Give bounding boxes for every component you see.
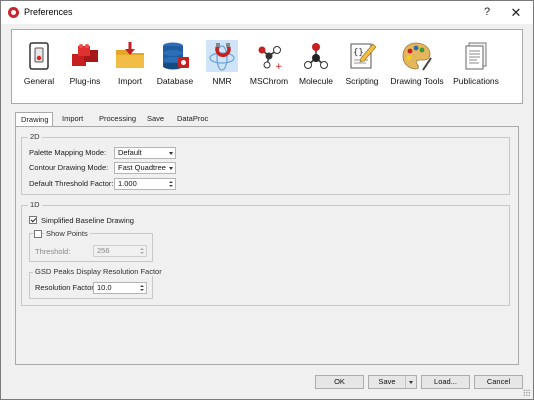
threshold-value: 256 (97, 246, 110, 255)
resolution-factor-label: Resolution Factor: (35, 283, 96, 292)
tab-import[interactable]: Import (57, 112, 88, 126)
tab-save[interactable]: Save (142, 112, 169, 126)
palette-icon (402, 42, 432, 71)
publications-icon (465, 42, 487, 70)
load-button[interactable]: Load... (421, 375, 470, 389)
chevron-down-icon[interactable] (405, 376, 416, 388)
category-label: Plug-ins (69, 76, 101, 86)
spin-up-icon (140, 248, 144, 250)
threshold-factor-spinbox[interactable]: 1.000 (114, 178, 176, 190)
simplified-baseline-checkbox[interactable] (29, 216, 37, 224)
threshold-label: Threshold: (35, 247, 71, 256)
app-icon (8, 7, 19, 18)
contour-drawing-select[interactable]: Fast Quadtree (114, 162, 176, 174)
close-button[interactable]: ✕ (506, 4, 526, 21)
resolution-factor-value: 10.0 (97, 283, 112, 292)
show-points-group: Show Points Threshold: 256 (29, 229, 153, 262)
tab-processing[interactable]: Processing (94, 112, 141, 126)
tab-drawing[interactable]: Drawing (15, 112, 53, 127)
resolution-factor-spinbox[interactable]: 10.0 (93, 282, 147, 294)
contour-drawing-value: Fast Quadtree (118, 163, 166, 172)
spin-up-icon[interactable] (140, 285, 144, 287)
database-icon (163, 42, 189, 70)
mschrom-icon: + (258, 46, 283, 72)
ok-label: OK (334, 377, 345, 386)
group-2d-title: 2D (28, 132, 42, 141)
spin-down-icon[interactable] (140, 289, 144, 291)
category-label: MSChrom (249, 76, 289, 86)
group-2d: 2D Palette Mapping Mode: Default Contour… (21, 132, 510, 195)
simplified-baseline-label: Simplified Baseline Drawing (41, 216, 134, 225)
category-drawing-tools[interactable]: Drawing Tools (388, 30, 446, 103)
category-general[interactable]: General (16, 30, 62, 103)
save-button[interactable]: Save (368, 375, 417, 389)
palette-mapping-value: Default (118, 148, 142, 157)
category-bar: General Plug-ins Import Database NMR + M… (11, 29, 523, 104)
category-publications[interactable]: Publications (450, 30, 502, 103)
category-label: Publications (453, 76, 499, 86)
category-label: Database (156, 76, 194, 86)
threshold-factor-label: Default Threshold Factor: (29, 179, 114, 188)
category-plugins[interactable]: Plug-ins (64, 30, 106, 103)
category-label: NMR (212, 76, 232, 86)
show-points-checkbox[interactable] (34, 230, 42, 238)
threshold-spinbox: 256 (93, 245, 147, 257)
category-label: General (23, 76, 55, 86)
group-1d-title: 1D (28, 200, 42, 209)
tab-dataproc[interactable]: DataProc (172, 112, 213, 126)
ok-button[interactable]: OK (315, 375, 364, 389)
chevron-down-icon (169, 152, 173, 155)
palette-mapping-label: Palette Mapping Mode: (29, 148, 107, 157)
spin-down-icon (140, 252, 144, 254)
threshold-factor-value: 1.000 (118, 179, 137, 188)
category-import[interactable]: Import (110, 30, 150, 103)
palette-mapping-select[interactable]: Default (114, 147, 176, 159)
drawing-tab-panel: 2D Palette Mapping Mode: Default Contour… (15, 126, 519, 365)
category-scripting[interactable]: {} Scripting (342, 30, 382, 103)
category-label: Import (117, 76, 143, 86)
help-button[interactable]: ? (477, 4, 497, 21)
switch-icon (29, 42, 49, 70)
category-nmr[interactable]: NMR (202, 30, 242, 103)
nmr-magnet-icon (209, 43, 235, 71)
resize-grip-icon[interactable] (523, 389, 530, 396)
save-label: Save (378, 377, 396, 386)
category-label: Molecule (298, 76, 334, 86)
spin-down-icon[interactable] (169, 185, 173, 187)
preferences-dialog: Preferences ? ✕ General Plug-ins Import … (0, 0, 534, 400)
group-1d: 1D Simplified Baseline Drawing Show Poin… (21, 200, 510, 306)
window-title: Preferences (24, 7, 73, 17)
folder-import-icon (116, 42, 144, 68)
category-molecule[interactable]: Molecule (296, 30, 336, 103)
category-database[interactable]: Database (154, 30, 196, 103)
contour-drawing-label: Contour Drawing Mode: (29, 163, 109, 172)
chevron-down-icon (169, 167, 173, 170)
category-label: Scripting (345, 76, 379, 86)
load-label: Load... (434, 377, 457, 386)
svg-text:+: + (275, 62, 283, 72)
cancel-label: Cancel (486, 377, 511, 386)
script-icon: {} (350, 43, 377, 69)
molecule-icon (304, 43, 328, 69)
gsd-resolution-group: GSD Peaks Display Resolution Factor Reso… (29, 267, 164, 299)
cancel-button[interactable]: Cancel (474, 375, 523, 389)
spin-up-icon[interactable] (169, 181, 173, 183)
show-points-label: Show Points (44, 229, 90, 238)
bricks-icon (72, 44, 98, 66)
title-bar: Preferences ? ✕ (1, 1, 533, 24)
category-mschrom[interactable]: + MSChrom (246, 30, 292, 103)
category-label: Drawing Tools (390, 76, 444, 86)
gsd-resolution-title: GSD Peaks Display Resolution Factor (33, 267, 164, 276)
